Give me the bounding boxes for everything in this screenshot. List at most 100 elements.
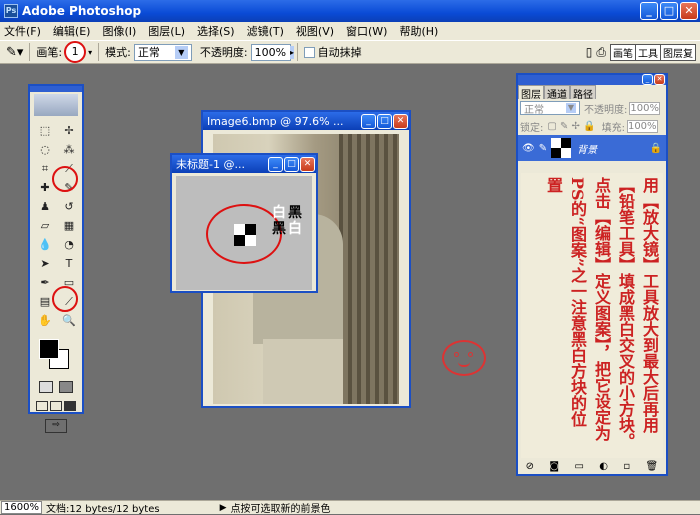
new-layer-icon[interactable]: ▫ xyxy=(623,461,630,472)
dodge-tool-icon[interactable]: ◔ xyxy=(59,236,79,253)
zoom-level[interactable]: 1600% xyxy=(1,501,42,514)
menu-view[interactable]: 视图(V) xyxy=(296,23,334,39)
jump-to-imageready-icon[interactable]: ⇨ xyxy=(45,419,67,433)
opacity-label: 不透明度: xyxy=(199,46,248,59)
fill-value[interactable]: 100% xyxy=(626,119,658,133)
fill-label: 填充: xyxy=(601,122,625,134)
delete-layer-icon[interactable]: 🗑 xyxy=(646,461,659,472)
status-arrow-icon[interactable]: ▶ xyxy=(220,503,227,513)
doc-info[interactable]: 文档:12 bytes/12 bytes xyxy=(46,500,160,515)
marquee-tool-icon[interactable]: ⬚ xyxy=(35,122,55,139)
untitled-canvas[interactable]: 白 黑 黑 白 xyxy=(176,176,312,290)
menu-edit[interactable]: 编辑(E) xyxy=(53,23,91,39)
untitled-minimize-button[interactable]: _ xyxy=(268,156,283,172)
eraser-tool-icon[interactable]: ▱ xyxy=(35,217,55,234)
chevron-down-icon: ▼ xyxy=(174,45,188,59)
menu-layer[interactable]: 图层(L) xyxy=(148,23,185,39)
opacity-input[interactable]: 100% ▸ xyxy=(250,43,295,61)
menu-window[interactable]: 窗口(W) xyxy=(346,23,387,39)
hand-tool-icon[interactable]: ✋ xyxy=(35,312,55,329)
untitled-title: 未标题-1 @... xyxy=(176,158,245,171)
palette-footer: ⊘ ◙ ▭ ◐ ▫ 🗑 xyxy=(518,458,666,474)
file-browser-icon[interactable]: ▯ xyxy=(586,45,593,59)
menu-help[interactable]: 帮助(H) xyxy=(399,23,438,39)
tab-brushes[interactable]: 画笔 xyxy=(611,44,636,60)
blur-tool-icon[interactable]: 💧 xyxy=(35,236,55,253)
palette-close-button[interactable]: ✕ xyxy=(654,74,665,85)
menu-select[interactable]: 选择(S) xyxy=(197,23,235,39)
options-bar: ✎▾ 画笔: 1 ▾ 模式: 正常 ▼ 不透明度: 100% ▸ 自动抹掉 ▯ ⎙ … xyxy=(0,40,700,64)
standard-mode-icon[interactable] xyxy=(39,381,53,393)
slider-arrow-icon: ▸ xyxy=(290,45,295,59)
foreground-color-swatch[interactable] xyxy=(39,339,59,359)
move-tool-icon[interactable]: ✢ xyxy=(59,122,79,139)
photoshop-app-icon: Ps xyxy=(4,4,18,18)
untitled-document-window[interactable]: 未标题-1 @... _ □ ✕ 白 黑 黑 白 xyxy=(170,153,318,293)
instruction-col-5: 置 xyxy=(544,177,563,193)
menu-bar: 文件(F) 编辑(E) 图像(I) 图层(L) 选择(S) 滤镜(T) 视图(V… xyxy=(0,22,700,40)
blend-mode-select[interactable]: 正常 ▼ xyxy=(520,101,580,116)
path-selection-tool-icon[interactable]: ➤ xyxy=(35,255,55,272)
layer-style-icon[interactable]: ⊘ xyxy=(526,461,534,472)
type-tool-icon[interactable]: T xyxy=(59,255,79,272)
image6-minimize-button[interactable]: _ xyxy=(361,113,376,129)
gradient-tool-icon[interactable]: ▦ xyxy=(59,217,79,234)
brush-dropdown-icon[interactable]: ▾ xyxy=(88,48,92,57)
title-bar: Ps Adobe Photoshop _ □ ✕ xyxy=(0,0,700,22)
image6-maximize-button[interactable]: □ xyxy=(377,113,392,129)
tab-channels[interactable]: 通道 xyxy=(544,85,570,101)
menu-filter[interactable]: 滤镜(T) xyxy=(247,23,284,39)
screen-mode-full-icon[interactable] xyxy=(64,401,76,411)
instruction-col-2: 【铅笔工具】填成黑白交叉的小方块。 xyxy=(616,177,635,449)
status-hint: 点按可选取新的前景色 xyxy=(230,504,331,515)
tab-layer-comps[interactable]: 图层复 xyxy=(661,45,695,60)
brush-label: 画笔: xyxy=(36,46,63,59)
brush-size-picker[interactable]: 1 xyxy=(64,41,87,63)
layer-opacity-value[interactable]: 100% xyxy=(629,101,660,115)
mode-select[interactable]: 正常 ▼ xyxy=(133,43,192,61)
tab-tools[interactable]: 工具 xyxy=(636,44,661,60)
label-white-bottom: 白 xyxy=(288,221,302,237)
instruction-col-4: PS的“图案”之一注意黑白方块的位 xyxy=(568,177,587,427)
clone-stamp-tool-icon[interactable]: ♟ xyxy=(35,198,55,215)
zoom-highlight-circle xyxy=(52,286,78,312)
layer-name: 背景 xyxy=(577,144,598,156)
menu-file[interactable]: 文件(F) xyxy=(4,23,41,39)
magic-wand-tool-icon[interactable]: ⁂ xyxy=(59,141,79,158)
maximize-button[interactable]: □ xyxy=(660,2,678,20)
pencil-tool-icon[interactable]: ✎▾ xyxy=(6,45,23,60)
brush-link-icon[interactable]: ✎ xyxy=(539,143,547,154)
menu-image[interactable]: 图像(I) xyxy=(102,23,136,39)
close-button[interactable]: ✕ xyxy=(680,2,698,20)
image6-close-button[interactable]: ✕ xyxy=(393,113,408,129)
screen-mode-standard-icon[interactable] xyxy=(36,401,48,411)
cartoon-face-doodle xyxy=(442,340,486,376)
auto-erase-checkbox[interactable] xyxy=(303,46,315,58)
tab-layers[interactable]: 图层 xyxy=(518,85,544,101)
lock-icons[interactable]: ▢ ✎ ✢ 🔒 xyxy=(547,121,595,132)
tree-trunk-shape xyxy=(339,134,399,404)
instruction-note: 用【放大镜】工具放大到最大后再用 【铅笔工具】填成黑白交叉的小方块。 点击【编辑… xyxy=(521,173,663,458)
zoom-tool-icon[interactable]: 🔍 xyxy=(59,312,79,329)
lock-icon: 🔒 xyxy=(649,142,662,154)
lock-label: 锁定: xyxy=(520,122,544,134)
print-icon[interactable]: ⎙ xyxy=(596,45,606,60)
quick-mask-mode-icon[interactable] xyxy=(59,381,73,393)
minimize-button[interactable]: _ xyxy=(640,2,658,20)
adjustment-layer-icon[interactable]: ◐ xyxy=(599,461,608,472)
untitled-close-button[interactable]: ✕ xyxy=(300,156,315,172)
tab-paths[interactable]: 路径 xyxy=(570,85,596,101)
background-layer-row[interactable]: 👁 ✎ 背景 🔒 xyxy=(518,135,666,161)
layer-mask-icon[interactable]: ◙ xyxy=(549,461,559,472)
screen-mode-full-menu-icon[interactable] xyxy=(50,401,62,411)
eye-icon[interactable]: 👁 xyxy=(522,143,535,154)
palette-minimize-button[interactable]: _ xyxy=(642,74,653,85)
history-brush-tool-icon[interactable]: ↺ xyxy=(59,198,79,215)
layer-set-icon[interactable]: ▭ xyxy=(574,461,583,472)
pen-tool-icon[interactable]: ✒ xyxy=(35,274,55,291)
layer-opacity-label: 不透明度: xyxy=(584,104,628,116)
untitled-maximize-button[interactable]: □ xyxy=(284,156,299,172)
image6-title: Image6.bmp @ 97.6% ... xyxy=(207,114,344,128)
toolbox: ⬚ ✢ ◌ ⁂ ⌗ ⟋ ✚ ✎ ♟ ↺ ▱ ▦ 💧 ◔ ➤ T ✒ ▭ ▤ ⟋ … xyxy=(28,84,84,433)
lasso-tool-icon[interactable]: ◌ xyxy=(35,141,55,158)
